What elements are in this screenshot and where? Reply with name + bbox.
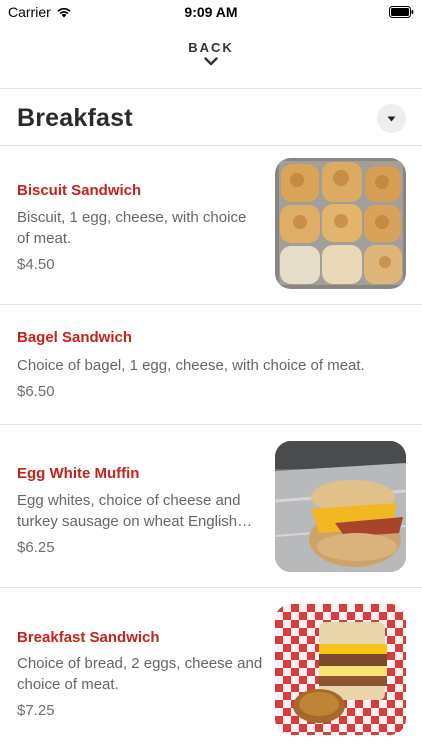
- back-label: BACK: [188, 40, 234, 55]
- chevron-down-icon: [204, 57, 218, 66]
- item-price: $6.25: [17, 539, 55, 556]
- biscuits-photo: [275, 158, 406, 289]
- caret-down-icon: [387, 116, 396, 121]
- item-description: Choice of bread, 2 eggs, cheese and choi…: [17, 655, 263, 693]
- clock: 9:09 AM: [184, 4, 238, 20]
- item-name: Egg White Muffin: [17, 465, 140, 482]
- menu-item-egg-white-muffin[interactable]: Egg White Muffin Egg whites, choice of c…: [0, 425, 422, 587]
- back-button[interactable]: BACK: [0, 40, 422, 76]
- item-name: Biscuit Sandwich: [17, 182, 142, 199]
- header-divider: [0, 88, 422, 89]
- menu-item-bagel-sandwich[interactable]: Bagel Sandwich Choice of bagel, 1 egg, c…: [0, 305, 422, 424]
- item-description: Egg whites, choice of cheese and turkey …: [17, 492, 253, 530]
- battery-icon: [389, 6, 414, 18]
- status-bar: Carrier 9:09 AM: [0, 0, 422, 24]
- breakfast-sandwich-photo: [275, 604, 406, 735]
- menu-item-breakfast-sandwich[interactable]: Breakfast Sandwich Choice of bread, 2 eg…: [0, 588, 422, 750]
- item-description: Choice of bagel, 1 egg, cheese, with cho…: [17, 357, 365, 374]
- section-header: Breakfast: [0, 90, 422, 146]
- item-description: Biscuit, 1 egg, cheese, with choice of m…: [17, 209, 247, 247]
- item-price: $6.50: [17, 383, 55, 400]
- menu-item-biscuit-sandwich[interactable]: Biscuit Sandwich Biscuit, 1 egg, cheese,…: [0, 146, 422, 304]
- section-dropdown-button[interactable]: [377, 104, 406, 133]
- section-title: Breakfast: [17, 104, 133, 132]
- muffin-photo: [275, 441, 406, 572]
- item-price: $7.25: [17, 702, 55, 719]
- item-price: $4.50: [17, 256, 55, 273]
- item-name: Bagel Sandwich: [17, 329, 133, 346]
- item-name: Breakfast Sandwich: [17, 629, 160, 646]
